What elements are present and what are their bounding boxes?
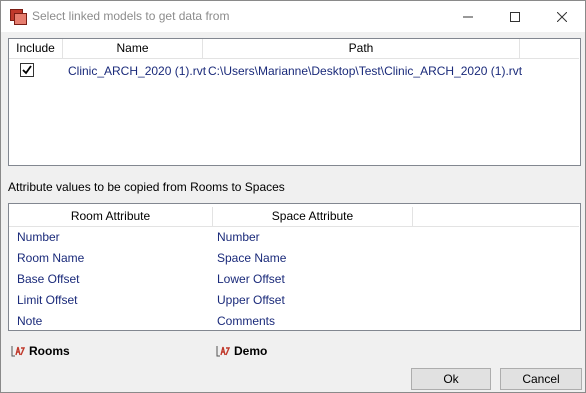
minimize-button[interactable] <box>445 1 491 32</box>
model-path[interactable]: C:\Users\Marianne\Desktop\Test\Clinic_AR… <box>208 64 522 78</box>
room-attribute-cell[interactable]: Room Name <box>17 251 84 265</box>
space-attribute-cell[interactable]: Space Name <box>217 251 286 265</box>
demo-link[interactable]: Demo <box>216 344 267 358</box>
title-bar[interactable]: Select linked models to get data from <box>1 1 585 32</box>
linked-models-table[interactable]: Include Name Path Clinic_ARCH_2020 (1).r… <box>8 38 581 166</box>
window-title: Select linked models to get data from <box>32 9 230 23</box>
column-header-room-attribute[interactable]: Room Attribute <box>9 207 213 227</box>
dialog-window: Select linked models to get data from In… <box>0 0 586 393</box>
close-icon <box>557 11 567 22</box>
close-button[interactable] <box>539 1 585 32</box>
maximize-icon <box>510 11 520 22</box>
attributes-section-label: Attribute values to be copied from Rooms… <box>8 180 285 194</box>
column-header-filler <box>520 39 579 59</box>
column-header-include[interactable]: Include <box>9 39 63 59</box>
room-tag-icon <box>11 346 25 357</box>
rooms-link[interactable]: Rooms <box>11 344 70 358</box>
column-header-name[interactable]: Name <box>63 39 203 59</box>
room-attribute-cell[interactable]: Limit Offset <box>17 293 77 307</box>
maximize-button[interactable] <box>492 1 538 32</box>
space-attribute-cell[interactable]: Number <box>217 230 260 244</box>
space-attribute-cell[interactable]: Comments <box>217 314 275 328</box>
include-checkbox[interactable] <box>20 63 34 77</box>
app-icon <box>10 9 27 25</box>
space-attribute-cell[interactable]: Upper Offset <box>217 293 285 307</box>
demo-label: Demo <box>234 344 268 358</box>
column-header-space-attribute[interactable]: Space Attribute <box>213 207 413 227</box>
column-header-filler <box>413 207 579 227</box>
minimize-icon <box>463 16 473 17</box>
attribute-mapping-table[interactable]: Room Attribute Space Attribute Number Nu… <box>8 203 581 331</box>
space-tag-icon <box>216 346 230 357</box>
room-attribute-cell[interactable]: Base Offset <box>17 272 79 286</box>
column-header-path[interactable]: Path <box>203 39 520 59</box>
room-attribute-cell[interactable]: Note <box>17 314 42 328</box>
rooms-label: Rooms <box>29 344 70 358</box>
space-attribute-cell[interactable]: Lower Offset <box>217 272 285 286</box>
cancel-button[interactable]: Cancel <box>500 368 582 390</box>
checkmark-icon <box>22 65 32 75</box>
model-name[interactable]: Clinic_ARCH_2020 (1).rvt <box>68 64 206 78</box>
room-attribute-cell[interactable]: Number <box>17 230 60 244</box>
ok-button[interactable]: Ok <box>411 368 491 390</box>
